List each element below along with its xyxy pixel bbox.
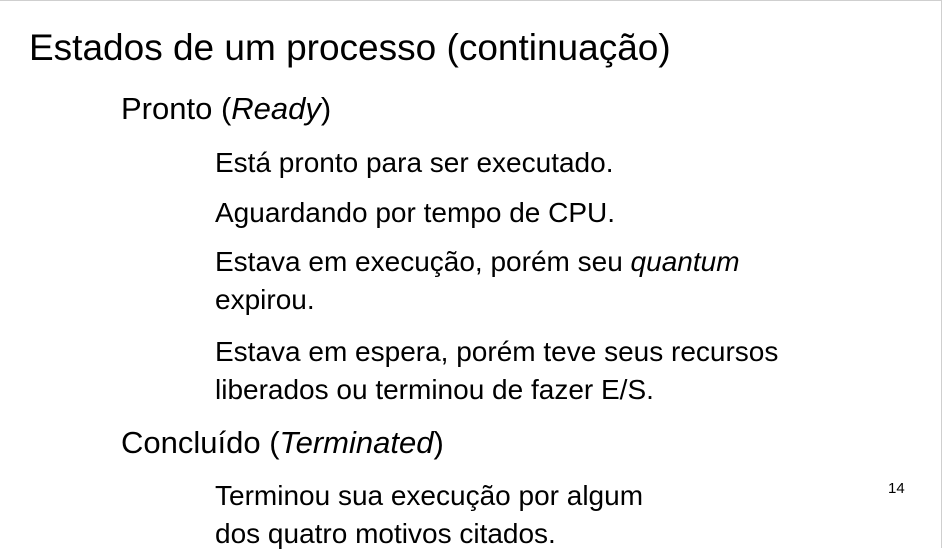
heading-terminated-emphasis: Terminated	[279, 425, 434, 460]
bullet-ready-4-line1: Estava em espera, porém teve seus recurs…	[215, 336, 779, 367]
heading-ready-prefix: Pronto (	[121, 91, 232, 126]
heading-ready-suffix: )	[320, 91, 332, 126]
bullet-terminated-1-line1: Terminou sua execução por algum	[215, 480, 644, 511]
slide-border-top	[0, 0, 942, 1]
bullet-ready-3-prefix: Estava em execução, porém seu	[215, 246, 631, 277]
bullet-ready-4-line2: liberados ou terminou de fazer E/S.	[215, 374, 654, 405]
heading-terminated-suffix: )	[433, 425, 444, 460]
page-number: 14	[888, 480, 905, 497]
bullet-ready-3-line2: expirou.	[215, 284, 315, 315]
bullet-ready-2: Aguardando por tempo de CPU.	[215, 197, 616, 228]
bullet-ready-3-emphasis: quantum	[630, 246, 740, 277]
heading-ready: Pronto (Ready)	[121, 90, 331, 128]
bullet-ready-3: Estava em execução, porém seu quantum ex…	[215, 243, 740, 319]
slide-title: Estados de um processo (continuação)	[29, 27, 671, 68]
bullet-ready-3-line1: Estava em execução, porém seu quantum	[215, 243, 740, 281]
heading-terminated-prefix: Concluído (	[121, 425, 280, 460]
heading-terminated: Concluído (Terminated)	[121, 424, 444, 462]
bullet-terminated-1-line2: dos quatro motivos citados.	[215, 518, 556, 549]
bullet-terminated-1: Terminou sua execução por algum dos quat…	[215, 477, 643, 553]
heading-ready-emphasis: Ready	[231, 91, 321, 126]
bullet-ready-4: Estava em espera, porém teve seus recurs…	[215, 333, 778, 409]
bullet-ready-1: Está pronto para ser executado.	[215, 147, 614, 178]
